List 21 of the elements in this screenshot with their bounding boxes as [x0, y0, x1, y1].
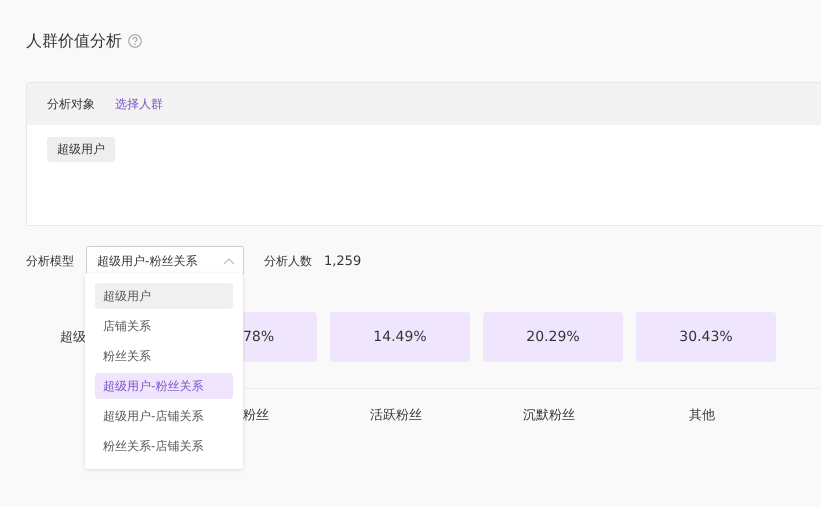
column-label: 沉默粉丝: [522, 407, 576, 424]
select-crowd-link[interactable]: 选择人群: [115, 96, 163, 112]
percent-cell: 30.43%: [636, 312, 776, 362]
count-label: 分析人数: [264, 252, 312, 270]
percent-cell: 14.49%: [330, 312, 470, 362]
percent-cell: 20.29%: [483, 312, 623, 362]
target-label: 分析对象: [47, 96, 95, 112]
dropdown-option[interactable]: 超级用户: [95, 283, 233, 309]
dropdown-option[interactable]: 超级用户-店铺关系: [95, 403, 233, 429]
dropdown-option[interactable]: 粉丝关系-店铺关系: [95, 433, 233, 459]
dropdown-option[interactable]: 超级用户-粉丝关系: [95, 373, 233, 399]
help-icon[interactable]: [128, 34, 142, 48]
model-label: 分析模型: [26, 252, 74, 270]
column-label: 活跃粉丝: [369, 407, 423, 424]
row-label: 超级: [59, 329, 87, 346]
page-title: 人群价值分析: [26, 30, 122, 52]
count-value: 1,259: [324, 254, 362, 268]
column-label: 粉丝: [243, 407, 270, 424]
column-label: 其他: [688, 407, 716, 424]
crowd-tag: 超级用户: [47, 137, 115, 162]
model-select[interactable]: 超级用户-粉丝关系: [86, 246, 244, 276]
